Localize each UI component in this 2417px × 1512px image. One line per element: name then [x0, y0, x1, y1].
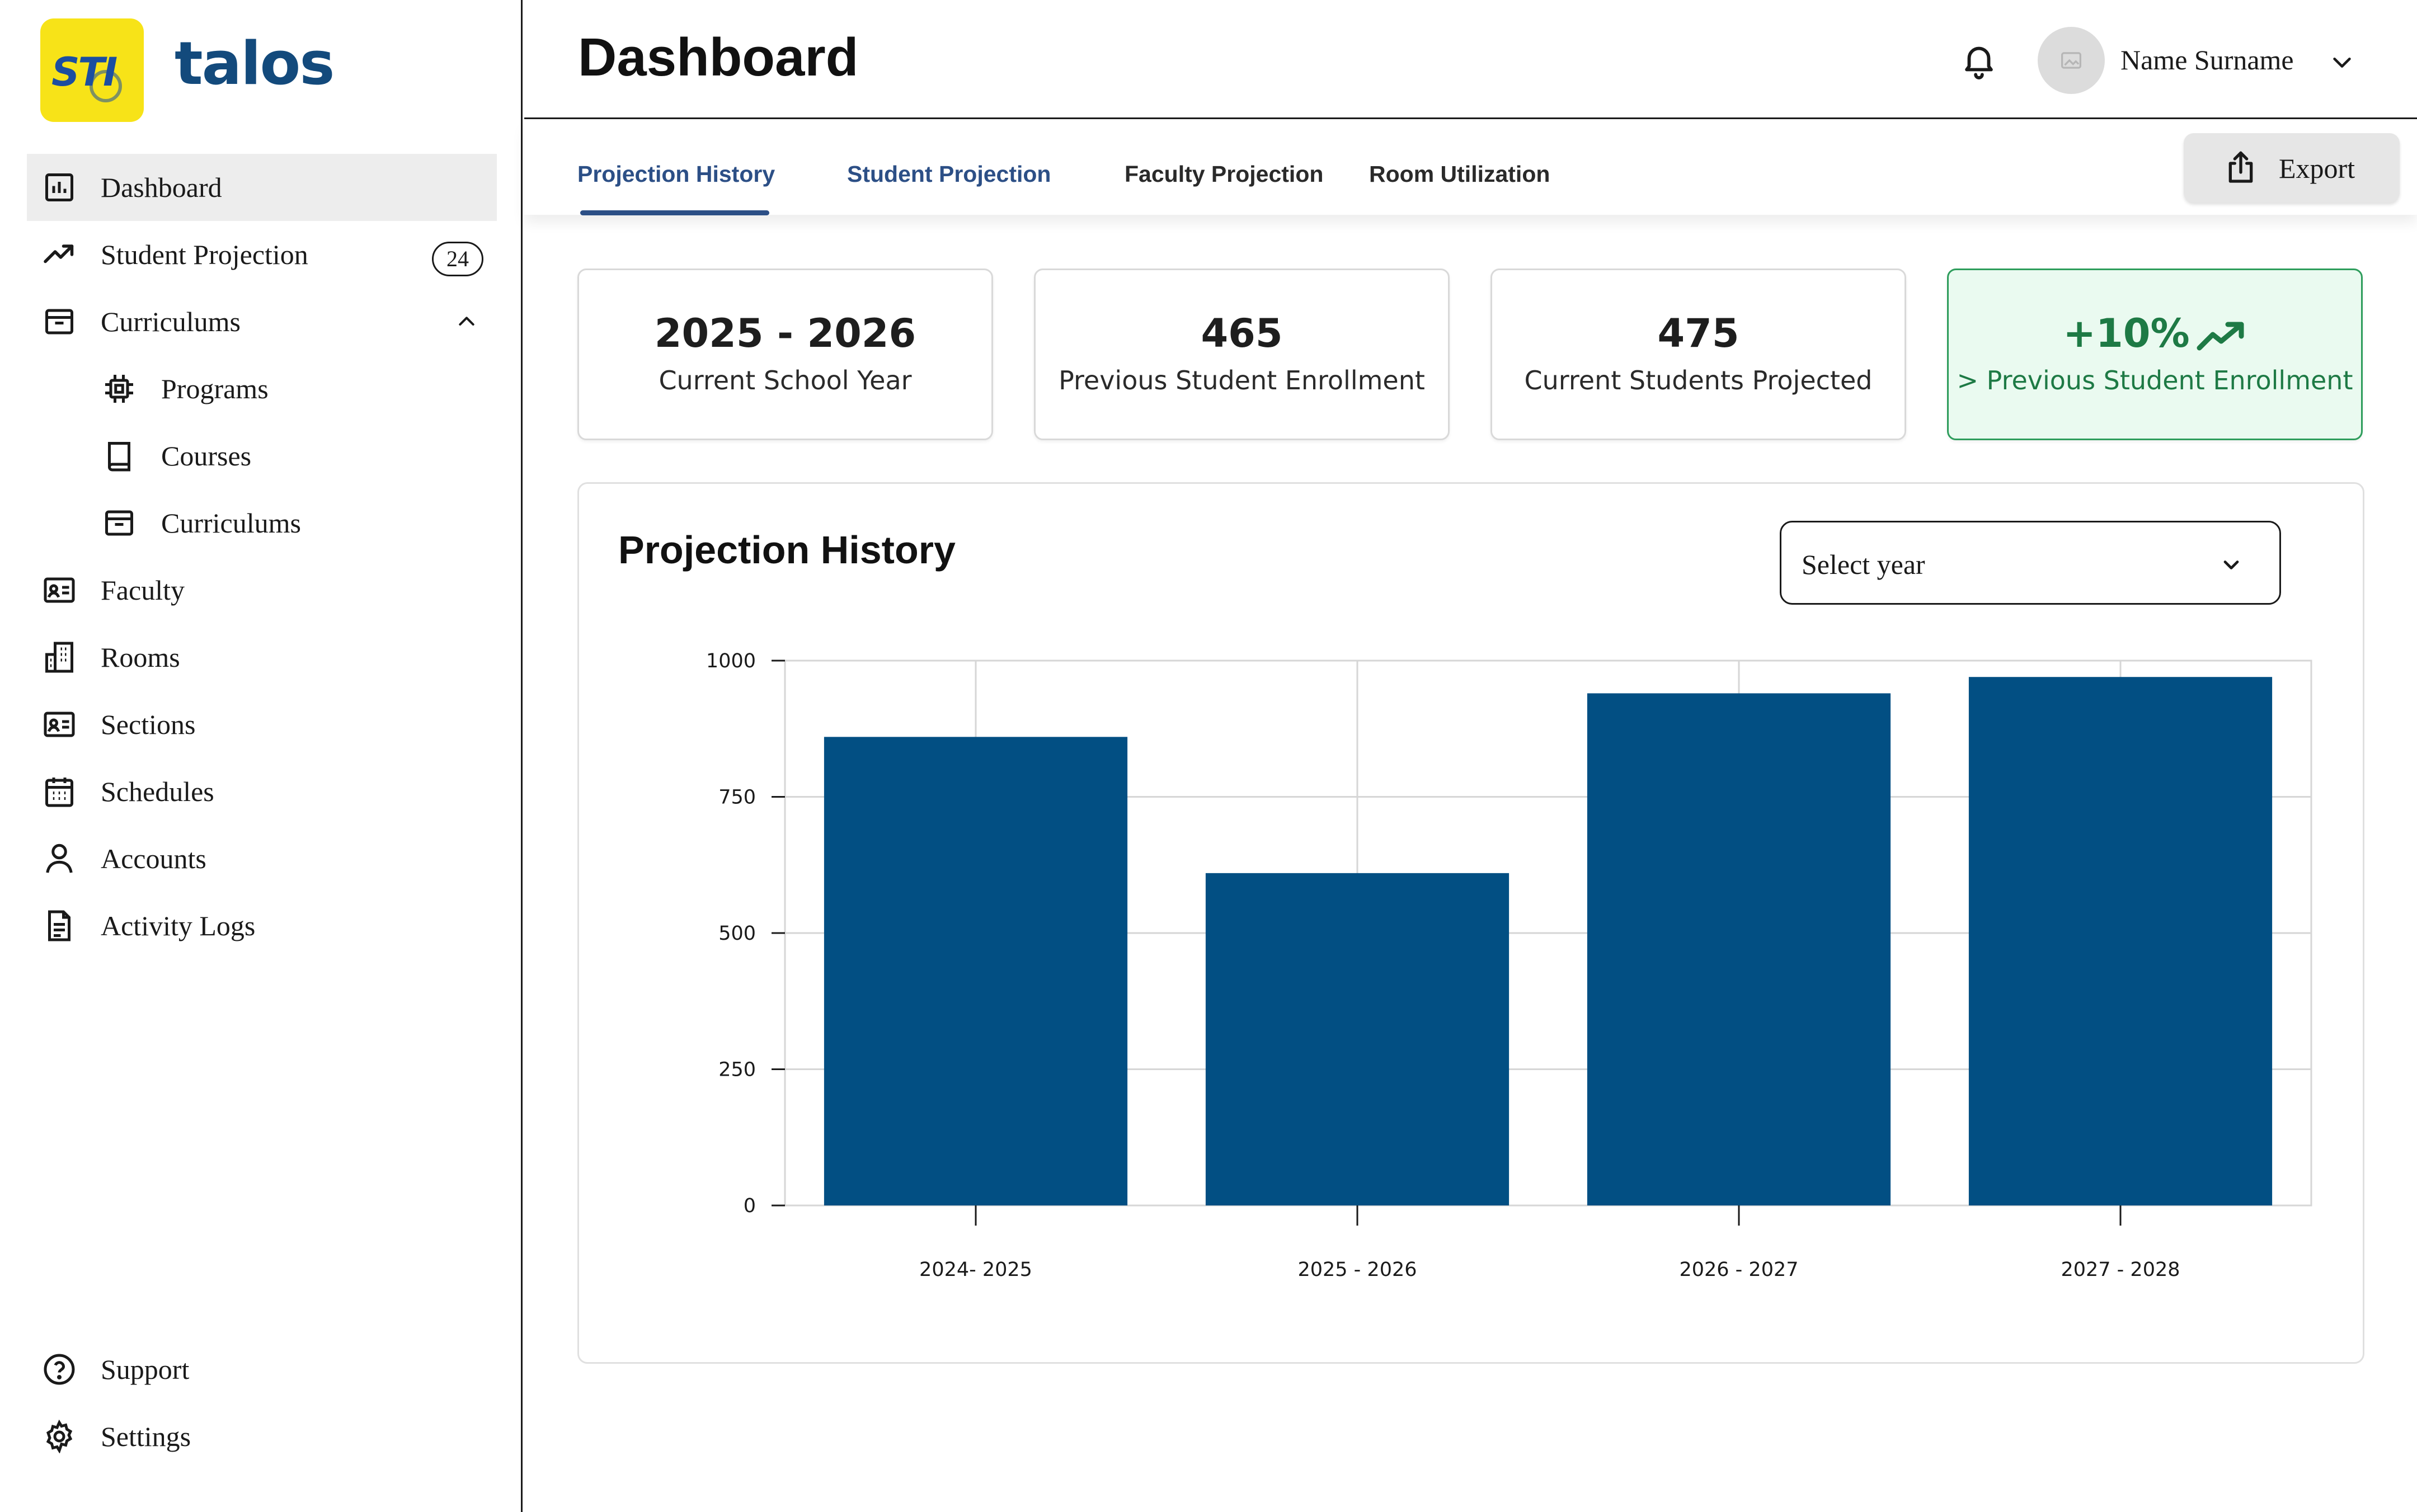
y-tick-label: 250 [718, 1059, 756, 1081]
stat-label: > Previous Student Enrollment [1957, 365, 2353, 395]
sidebar-item-label: Curriculums [101, 306, 241, 337]
sidebar-item-label: Dashboard [101, 172, 222, 203]
user-name[interactable]: Name Surname [2120, 44, 2294, 76]
tab-room-utilization[interactable]: Room Utilization [1369, 161, 1550, 187]
bar [824, 737, 1128, 1205]
sidebar-item-support[interactable]: Support [27, 1336, 497, 1403]
stat-card-projected-students: 475 Current Students Projected [1490, 269, 1906, 440]
document-icon [48, 910, 70, 941]
sidebar-item-sections[interactable]: Sections [27, 691, 497, 758]
sidebar-item-courses[interactable]: Courses [27, 422, 497, 489]
x-tick-label: 2024- 2025 [919, 1259, 1032, 1281]
id-card-icon [44, 577, 75, 603]
archive-icon [45, 309, 73, 335]
id-card-icon [44, 712, 75, 737]
sidebar-item-accounts[interactable]: Accounts [27, 825, 497, 892]
y-tick-label: 500 [718, 922, 756, 945]
sidebar-item-label: Support [101, 1354, 190, 1385]
sidebar-item-student-projection[interactable]: Student Projection 24 [27, 221, 497, 288]
tab-faculty-projection[interactable]: Faculty Projection [1125, 161, 1323, 187]
sidebar-item-label: Faculty [101, 574, 185, 606]
user-icon [46, 844, 73, 873]
x-tick-label: 2027 - 2028 [2061, 1259, 2180, 1281]
page-title: Dashboard [578, 27, 859, 87]
growth-percent: +10% [2063, 310, 2190, 356]
trending-up-icon [44, 244, 74, 263]
gear-icon [46, 1420, 73, 1453]
sidebar-item-label: Schedules [101, 776, 214, 807]
x-tick-label: 2026 - 2027 [1679, 1259, 1798, 1281]
y-tick-label: 750 [718, 786, 756, 809]
bar-chart-icon [45, 173, 73, 201]
bar [1205, 873, 1510, 1205]
book-icon [108, 442, 130, 472]
stat-value: 475 [1657, 310, 1739, 356]
sidebar-item-activity-logs[interactable]: Activity Logs [27, 892, 497, 959]
active-tab-indicator [580, 210, 769, 215]
trending-up-icon [2197, 322, 2244, 351]
export-label: Export [2279, 153, 2355, 184]
bar [1968, 677, 2273, 1205]
logo-text: STI [51, 49, 117, 95]
count-badge: 24 [432, 242, 483, 276]
bar-chart: 0 250 500 750 1000 2024- 2025 2025 - 2026 2026 … [706, 650, 2312, 1281]
share-export-icon [2228, 151, 2253, 183]
stat-label: Previous Student Enrollment [1059, 365, 1425, 395]
sidebar-item-programs[interactable]: Programs [27, 355, 497, 422]
tab-projection-history[interactable]: Projection History [577, 161, 775, 187]
archive-icon [105, 510, 133, 536]
sidebar-item-settings[interactable]: Settings [27, 1403, 497, 1470]
sidebar-item-label: Settings [101, 1421, 191, 1452]
sidebar-item-schedules[interactable]: Schedules [27, 758, 497, 825]
sidebar-item-label: Sections [101, 709, 196, 740]
sidebar-item-label: Accounts [101, 843, 206, 874]
brand-name: talos [175, 29, 335, 98]
bar [1587, 693, 1891, 1205]
stat-value: 2025 - 2026 [654, 310, 916, 356]
sidebar-item-label: Curriculums [161, 507, 301, 539]
sidebar-item-curriculums[interactable]: Curriculums [27, 288, 497, 355]
chevron-down-icon[interactable] [2329, 49, 2355, 75]
tab-bar: Projection History Student Projection Fa… [524, 121, 2417, 215]
avatar[interactable] [2038, 27, 2105, 94]
sidebar-item-label: Programs [161, 373, 269, 404]
export-button[interactable]: Export [2184, 133, 2400, 202]
y-tick-label: 0 [744, 1195, 756, 1217]
sidebar-item-label: Activity Logs [101, 910, 256, 941]
sidebar-item-label: Rooms [101, 642, 180, 673]
chevron-up-icon[interactable] [455, 310, 478, 333]
stat-label: Current School Year [659, 365, 912, 395]
stat-card-growth: +10% > Previous Student Enrollment [1947, 269, 2363, 440]
top-header: Dashboard Name Surname [524, 0, 2417, 119]
stat-value-row: +10% [1949, 310, 2361, 356]
calendar-icon [45, 778, 73, 807]
y-tick-label: 1000 [706, 650, 756, 672]
sidebar-item-label: Courses [161, 440, 252, 472]
sidebar-item-curriculums-sub[interactable]: Curriculums [27, 489, 497, 557]
stat-card-school-year: 2025 - 2026 Current School Year [577, 269, 993, 440]
sidebar-item-faculty[interactable]: Faculty [27, 557, 497, 624]
chip-icon [105, 375, 133, 403]
sidebar-item-rooms[interactable]: Rooms [27, 624, 497, 691]
sidebar-item-dashboard[interactable]: Dashboard [27, 154, 497, 221]
stat-label: Current Students Projected [1524, 365, 1873, 395]
bell-icon[interactable] [1959, 40, 1999, 79]
x-tick-label: 2025 - 2026 [1297, 1259, 1417, 1281]
tab-student-projection[interactable]: Student Projection [847, 161, 1051, 187]
sidebar: STI talos Dashboard Student Projection 2… [0, 0, 523, 1512]
image-placeholder-icon [2061, 52, 2081, 69]
stat-card-previous-enrollment: 465 Previous Student Enrollment [1034, 269, 1450, 440]
building-icon [45, 642, 73, 673]
sidebar-item-label: Student Projection [101, 239, 308, 270]
stat-value: 465 [1201, 310, 1283, 356]
projection-history-panel: Projection History Select year 0 250 500 75… [577, 482, 2364, 1364]
help-circle-icon [44, 1354, 75, 1385]
